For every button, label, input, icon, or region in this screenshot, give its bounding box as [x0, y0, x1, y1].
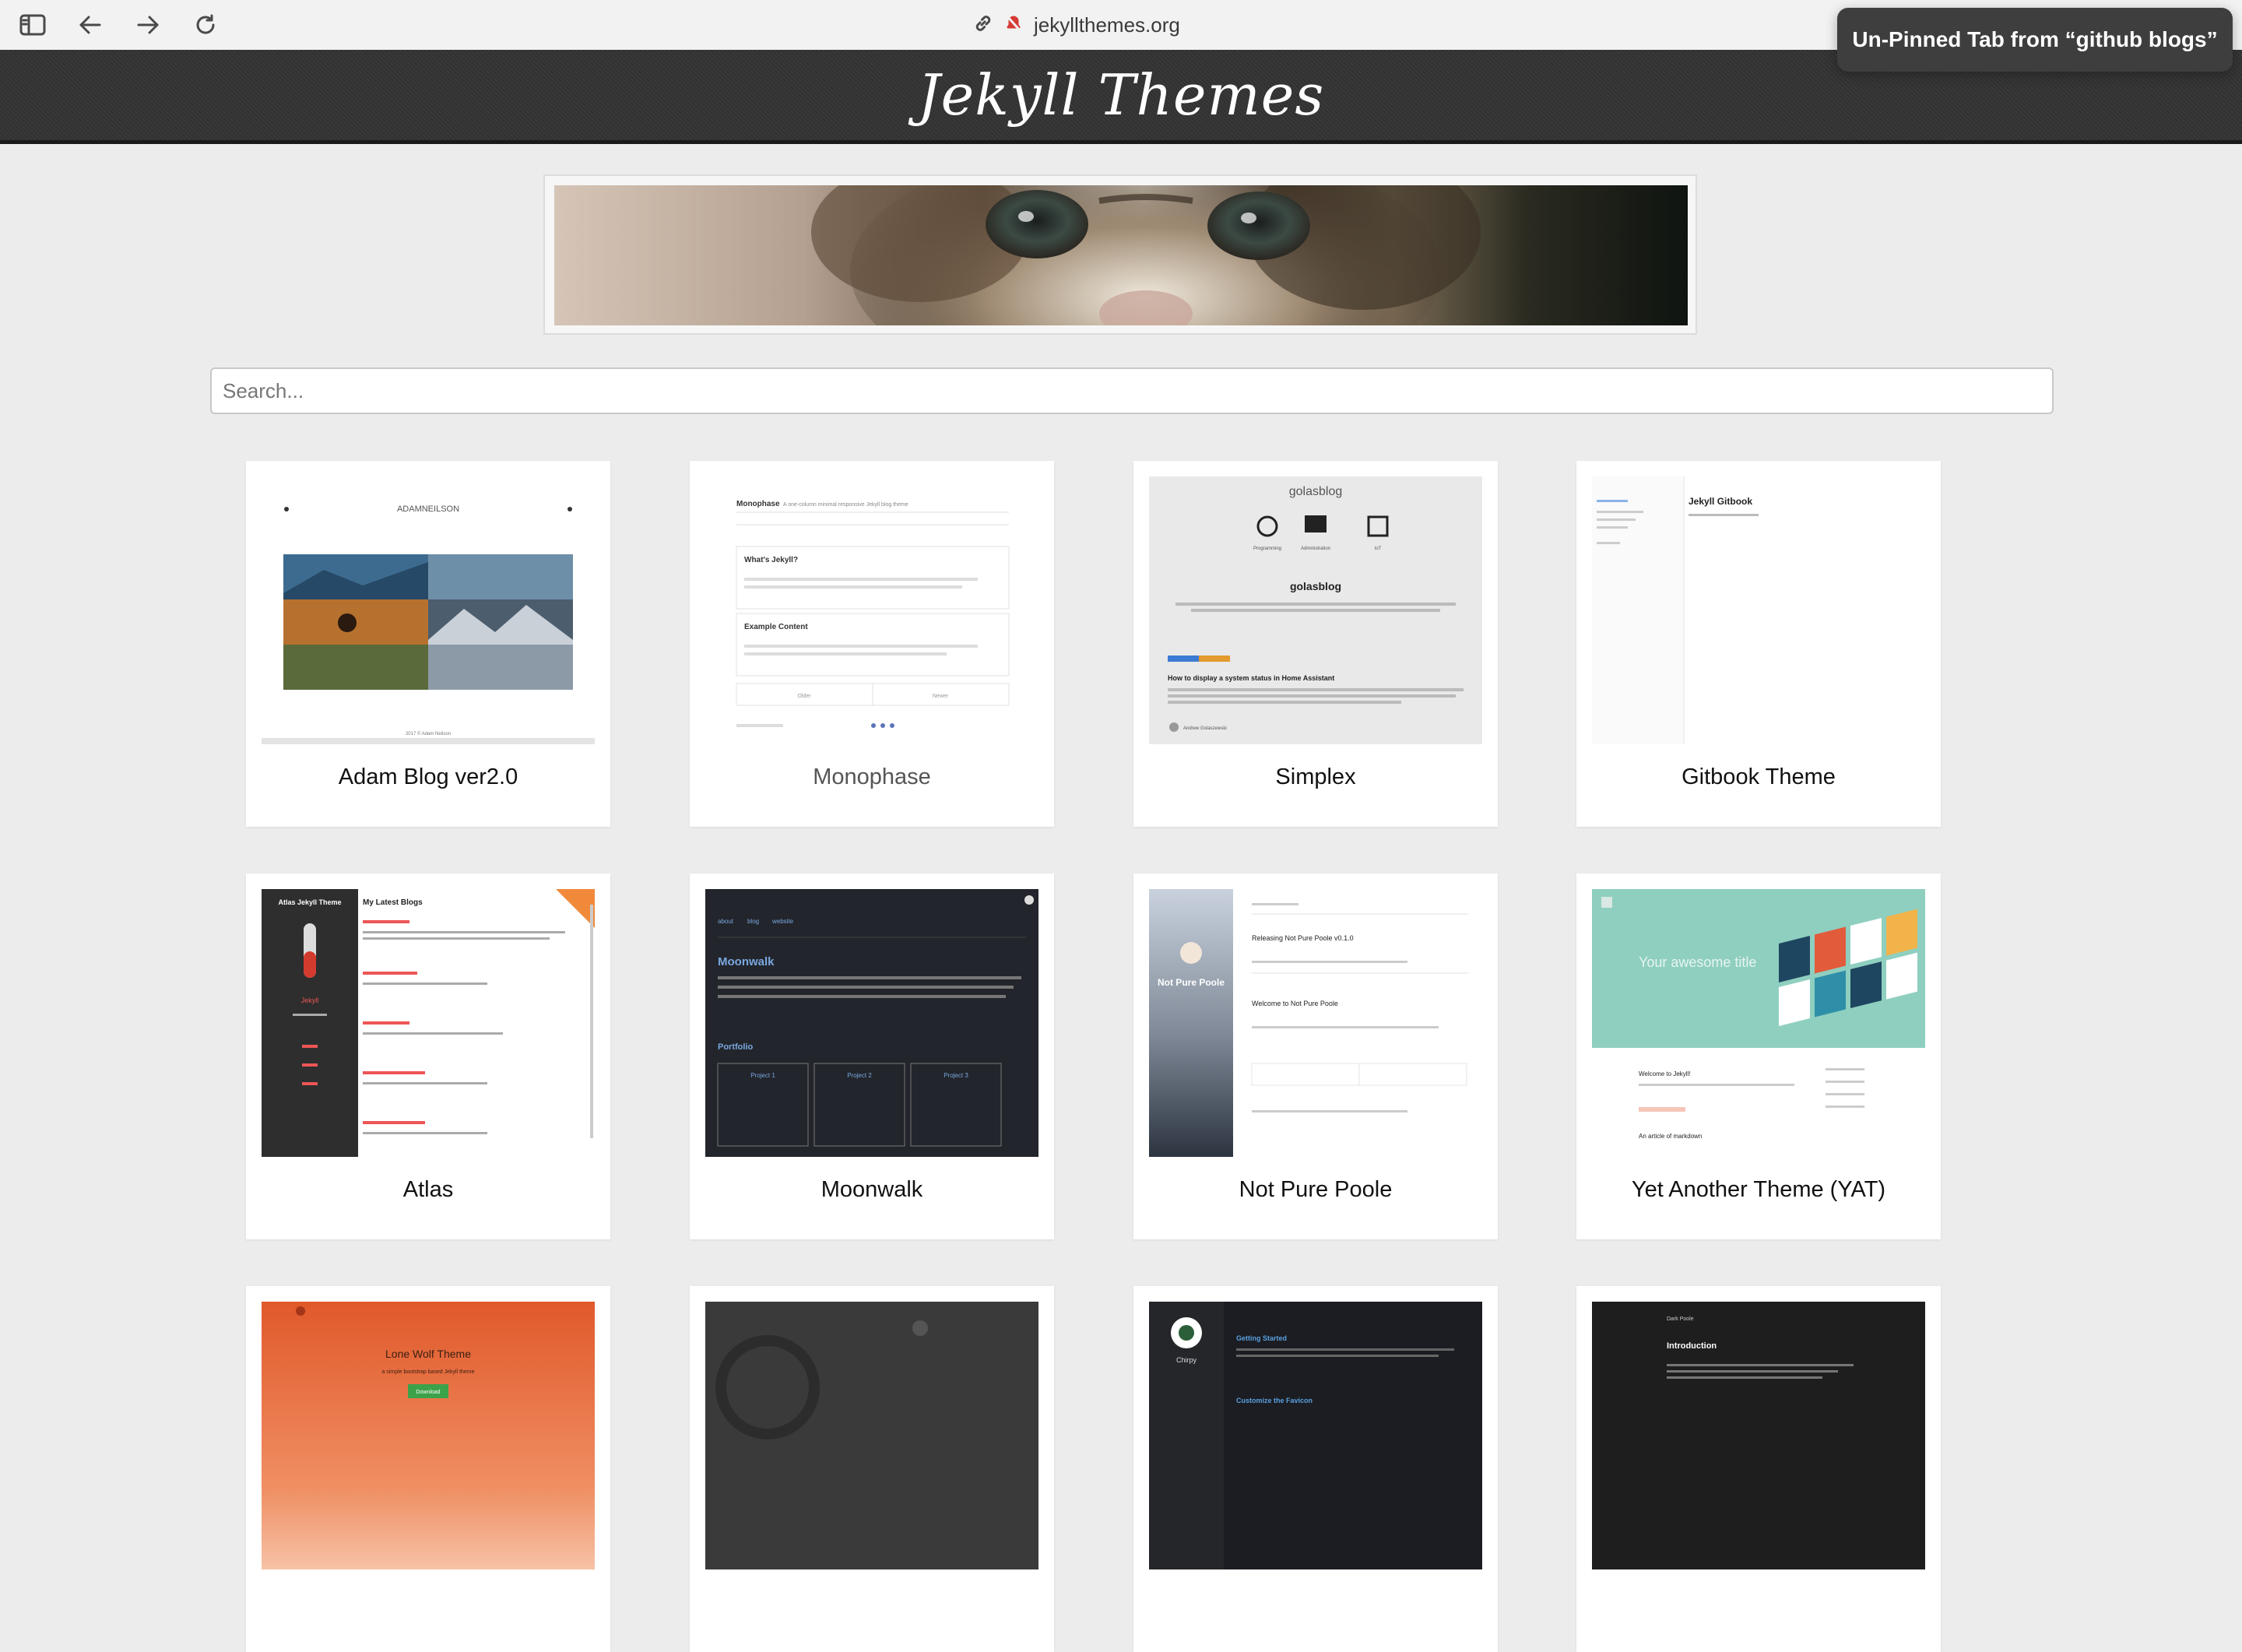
svg-text:website: website	[771, 918, 794, 925]
link-icon	[973, 13, 993, 37]
theme-thumbnail: Chirpy Getting Started Customize the Fav…	[1149, 1302, 1482, 1569]
theme-thumbnail: Your awesome title Welcome to Jekyll! An…	[1592, 889, 1925, 1157]
svg-text:blog: blog	[747, 918, 759, 925]
svg-text:a simple bootstrap based Jekyl: a simple bootstrap based Jekyll theme	[381, 1369, 474, 1375]
theme-name[interactable]: Adam Blog ver2.0	[246, 764, 610, 790]
theme-thumbnail: Lone Wolf Theme a simple bootstrap based…	[262, 1302, 595, 1569]
svg-text:Monophase: Monophase	[736, 500, 780, 508]
svg-text:golasblog: golasblog	[1289, 485, 1343, 498]
svg-text:Welcome to Not Pure Poole: Welcome to Not Pure Poole	[1252, 1000, 1338, 1007]
address-bar[interactable]: jekyllthemes.org	[973, 9, 1180, 40]
svg-text:How to display a system status: How to display a system status in Home A…	[1168, 674, 1334, 682]
svg-text:An article of markdown: An article of markdown	[1639, 1133, 1702, 1140]
svg-text:Portfolio: Portfolio	[718, 1042, 753, 1052]
theme-thumbnail: ADAMNEILSON 2017 © Adam Neilson	[262, 476, 595, 744]
theme-name[interactable]: Monophase	[690, 764, 1054, 790]
svg-text:Getting Started: Getting Started	[1236, 1334, 1287, 1342]
theme-name[interactable]: Simplex	[1133, 764, 1498, 790]
theme-card-adam-blog[interactable]: ADAMNEILSON 2017 © Adam Neilson Adam Blo…	[246, 461, 610, 827]
theme-card-not-pure-poole[interactable]: Not Pure Poole Releasing Not Pure Poole …	[1133, 873, 1498, 1239]
svg-text:Chirpy: Chirpy	[1176, 1356, 1197, 1364]
svg-text:golasblog: golasblog	[1290, 580, 1341, 592]
theme-thumbnail	[705, 1302, 1038, 1569]
svg-text:Not Pure Poole: Not Pure Poole	[1158, 977, 1225, 988]
svg-text:IoT: IoT	[1375, 547, 1382, 551]
svg-text:about: about	[718, 918, 734, 925]
theme-card-atlas[interactable]: Atlas Jekyll Theme Jekyll My Latest Blog…	[246, 873, 610, 1239]
svg-text:Customize the Favicon: Customize the Favicon	[1236, 1397, 1313, 1404]
theme-thumbnail: Dark Poole Introduction	[1592, 1302, 1925, 1569]
search-input[interactable]	[210, 367, 2054, 414]
svg-text:Example Content: Example Content	[744, 623, 808, 631]
tab-tooltip: Un-Pinned Tab from “github blogs”	[1837, 8, 2233, 72]
svg-text:My Latest Blogs: My Latest Blogs	[363, 898, 423, 907]
theme-thumbnail: Jekyll Gitbook	[1592, 476, 1925, 744]
svg-text:Introduction: Introduction	[1667, 1341, 1717, 1351]
reload-icon[interactable]	[190, 9, 221, 40]
svg-text:Download: Download	[416, 1390, 440, 1395]
svg-text:Project 2: Project 2	[847, 1072, 872, 1079]
theme-name[interactable]: Yet Another Theme (YAT)	[1576, 1177, 1941, 1203]
svg-text:Moonwalk: Moonwalk	[718, 955, 775, 968]
svg-text:Andrew Golaszewski: Andrew Golaszewski	[1183, 726, 1227, 731]
kitten-banner-image	[554, 185, 1688, 325]
theme-card-chirpy[interactable]: Chirpy Getting Started Customize the Fav…	[1133, 1286, 1498, 1652]
theme-name[interactable]: Gitbook Theme	[1576, 764, 1941, 790]
theme-thumbnail: Monophase A one-column minimal responsiv…	[705, 476, 1038, 744]
theme-name[interactable]: Not Pure Poole	[1133, 1177, 1498, 1203]
svg-text:Jekyll Gitbook: Jekyll Gitbook	[1689, 496, 1752, 507]
svg-text:Releasing Not Pure Poole v0.1.: Releasing Not Pure Poole v0.1.0	[1252, 934, 1354, 942]
banner	[543, 174, 1697, 335]
svg-text:Atlas Jekyll Theme: Atlas Jekyll Theme	[278, 898, 341, 906]
svg-text:Your awesome title: Your awesome title	[1639, 954, 1756, 970]
svg-text:Project 1: Project 1	[750, 1072, 775, 1079]
theme-thumbnail: about blog website Moonwalk Portfolio Pr…	[705, 889, 1038, 1157]
theme-card-lone-wolf[interactable]: Lone Wolf Theme a simple bootstrap based…	[246, 1286, 610, 1652]
theme-card-simplex[interactable]: golasblog Programming Administration IoT…	[1133, 461, 1498, 827]
theme-name[interactable]: Atlas	[246, 1177, 610, 1203]
svg-text:Administration: Administration	[1301, 547, 1330, 551]
theme-card-dark-poole[interactable]: Dark Poole Introduction	[1576, 1286, 1941, 1652]
theme-card-monophase[interactable]: Monophase A one-column minimal responsiv…	[690, 461, 1054, 827]
theme-thumbnail: Atlas Jekyll Theme Jekyll My Latest Blog…	[262, 889, 595, 1157]
theme-thumbnail: golasblog Programming Administration IoT…	[1149, 476, 1482, 744]
theme-card-gitbook[interactable]: Jekyll Gitbook Gitbook Theme	[1576, 461, 1941, 827]
svg-text:What's Jekyll?: What's Jekyll?	[744, 556, 798, 564]
svg-text:Dark Poole: Dark Poole	[1667, 1316, 1694, 1322]
svg-text:Welcome to Jekyll!: Welcome to Jekyll!	[1639, 1070, 1691, 1077]
back-arrow-icon[interactable]	[75, 9, 106, 40]
theme-card-yat[interactable]: Your awesome title Welcome to Jekyll! An…	[1576, 873, 1941, 1239]
svg-text:Lone Wolf Theme: Lone Wolf Theme	[385, 1348, 471, 1360]
svg-text:Newer: Newer	[933, 694, 949, 699]
svg-text:Older: Older	[797, 694, 811, 699]
svg-text:A one-column minimal responsiv: A one-column minimal responsive Jekyll b…	[783, 502, 908, 508]
svg-text:Project 3: Project 3	[944, 1072, 968, 1079]
forward-arrow-icon[interactable]	[132, 9, 163, 40]
svg-text:ADAMNEILSON: ADAMNEILSON	[397, 504, 459, 514]
theme-thumbnail: Not Pure Poole Releasing Not Pure Poole …	[1149, 889, 1482, 1157]
theme-name[interactable]: Moonwalk	[690, 1177, 1054, 1203]
theme-card-moonwalk[interactable]: about blog website Moonwalk Portfolio Pr…	[690, 873, 1054, 1239]
svg-text:Jekyll: Jekyll	[301, 996, 319, 1004]
theme-card-dark-abstract[interactable]	[690, 1286, 1054, 1652]
sidebar-toggle-icon[interactable]	[17, 9, 48, 40]
svg-text:2017 © Adam Neilson: 2017 © Adam Neilson	[406, 731, 451, 736]
site-title[interactable]: Jekyll Themes	[918, 62, 1325, 128]
svg-text:Programming: Programming	[1253, 547, 1281, 551]
url-text: jekyllthemes.org	[1034, 12, 1180, 37]
site-warning-icon	[1004, 13, 1023, 37]
